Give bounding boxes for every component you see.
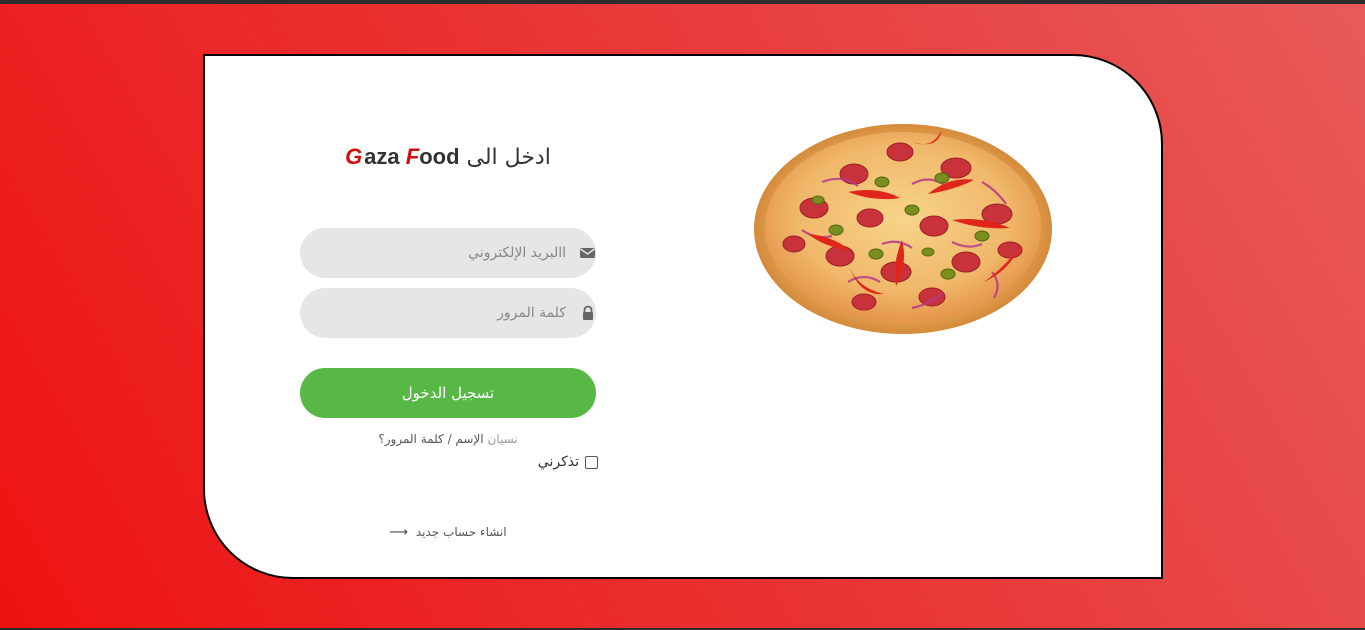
forgot-prefix: نسيان <box>487 432 518 446</box>
create-account-label: انشاء حساب جديد <box>415 525 507 539</box>
create-account-link[interactable]: انشاء حساب جديد ⟶ <box>300 525 596 540</box>
pizza-image <box>754 124 1052 334</box>
brand-name: G aza Food <box>345 144 459 169</box>
remember-me[interactable]: تذكرني <box>520 452 598 472</box>
password-field[interactable] <box>300 288 596 338</box>
brand-letter-g: G <box>345 144 363 169</box>
forgot-credentials-link[interactable]: الإسم / كلمة المرور؟ <box>378 432 483 446</box>
remember-label: تذكرني <box>537 454 579 470</box>
envelope-icon <box>580 248 595 258</box>
brand-word-ood: ood <box>419 144 460 169</box>
window-top-bar <box>0 0 1365 4</box>
brand-word-aza: aza <box>364 144 400 169</box>
password-input[interactable] <box>320 288 566 338</box>
lock-icon <box>583 305 593 320</box>
long-arrow-right-icon: ⟶ <box>389 525 409 540</box>
remember-checkbox[interactable] <box>585 455 598 469</box>
brand-letter-f: F <box>405 144 420 169</box>
page-title: ادخل الى G aza Food <box>300 144 596 170</box>
login-button[interactable]: تسجيل الدخول <box>300 368 596 418</box>
forgot-credentials: نسيان الإسم / كلمة المرور؟ <box>300 432 596 446</box>
email-input[interactable] <box>320 228 566 278</box>
title-text: ادخل الى <box>466 145 551 170</box>
email-field[interactable] <box>300 228 596 278</box>
